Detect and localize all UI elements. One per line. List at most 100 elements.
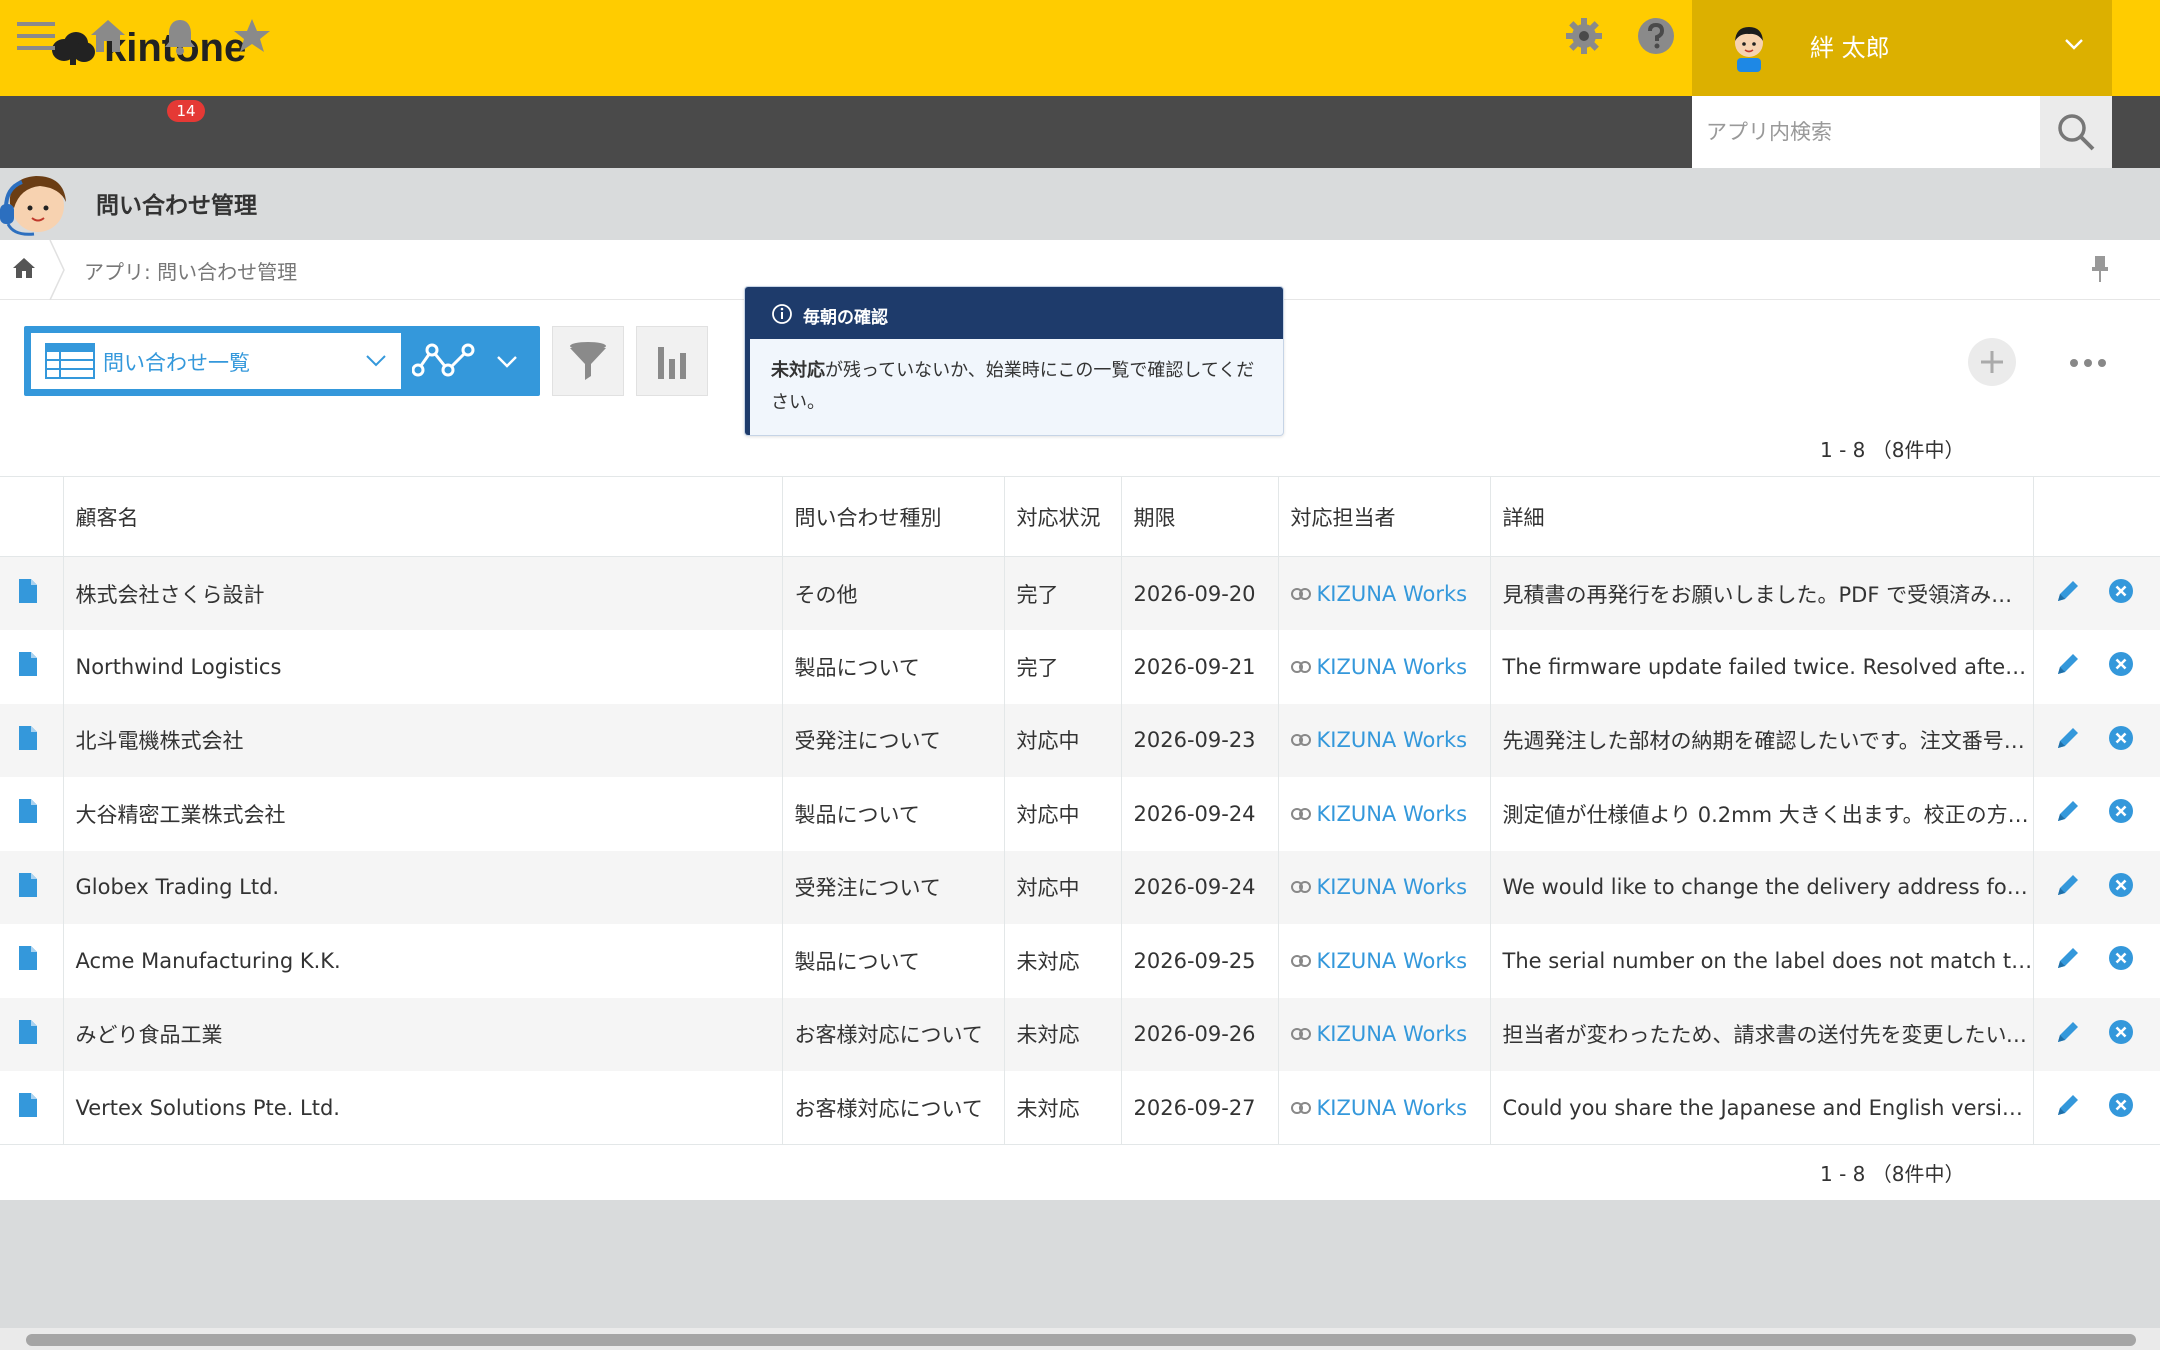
scrollbar-thumb[interactable] (26, 1334, 2136, 1346)
close-circle-icon[interactable] (2108, 651, 2134, 677)
pencil-icon[interactable] (2054, 650, 2082, 678)
table-row[interactable]: Globex Trading Ltd. 受発注について 対応中 2026-09-24 K… (0, 850, 2160, 924)
record-detail-link[interactable] (0, 924, 64, 998)
column-header-assignee[interactable]: 対応担当者 (1278, 476, 1491, 557)
view-dropdown[interactable]: 問い合わせ一覧 (31, 333, 401, 389)
cell-assignee[interactable]: KIZUNA Works (1278, 777, 1491, 851)
pencil-icon[interactable] (2054, 871, 2082, 899)
edit-record-button[interactable] (2054, 650, 2082, 683)
hamburger-menu-button[interactable] (12, 12, 60, 60)
edit-record-button[interactable] (2054, 871, 2082, 904)
user-menu[interactable]: 絆 太郎 (1692, 0, 2112, 96)
help-button[interactable] (1632, 12, 1680, 60)
column-header-type[interactable]: 問い合わせ種別 (782, 476, 1005, 557)
record-detail-link[interactable] (0, 997, 64, 1071)
assignee-name[interactable]: KIZUNA Works (1317, 949, 1468, 973)
app-search-input[interactable] (1692, 96, 2040, 168)
cell-assignee[interactable]: KIZUNA Works (1278, 556, 1491, 630)
search-button[interactable] (2040, 96, 2112, 168)
app-settings-button[interactable] (1560, 12, 1608, 60)
pencil-icon[interactable] (2054, 1018, 2082, 1046)
pencil-icon[interactable] (2054, 797, 2082, 825)
cell-assignee[interactable]: KIZUNA Works (1278, 703, 1491, 777)
pin-icon[interactable] (2088, 254, 2112, 284)
delete-record-button[interactable] (2108, 798, 2134, 829)
assignee-link[interactable]: KIZUNA Works (1290, 655, 1490, 679)
record-detail-link[interactable] (0, 556, 64, 630)
breadcrumb-home-icon[interactable] (12, 256, 36, 280)
record-detail-link[interactable] (0, 850, 64, 924)
assignee-name[interactable]: KIZUNA Works (1317, 728, 1468, 752)
table-row[interactable]: 大谷精密工業株式会社 製品について 対応中 2026-09-24 KIZUNA Work… (0, 777, 2160, 851)
assignee-link[interactable]: KIZUNA Works (1290, 1096, 1490, 1120)
graph-view-icon[interactable] (412, 340, 478, 382)
edit-record-button[interactable] (2054, 944, 2082, 977)
column-header-status[interactable]: 対応状況 (1004, 476, 1122, 557)
edit-record-button[interactable] (2054, 797, 2082, 830)
column-header-due[interactable]: 期限 (1121, 476, 1279, 557)
delete-record-button[interactable] (2108, 945, 2134, 976)
portal-home-button[interactable] (84, 12, 132, 60)
filter-button[interactable] (552, 326, 624, 396)
table-row[interactable]: Northwind Logistics 製品について 完了 2026-09-21 KIZ… (0, 630, 2160, 704)
assignee-name[interactable]: KIZUNA Works (1317, 582, 1468, 606)
assignee-name[interactable]: KIZUNA Works (1317, 1022, 1468, 1046)
pencil-icon[interactable] (2054, 577, 2082, 605)
column-header-customer[interactable]: 顧客名 (63, 476, 783, 557)
edit-record-button[interactable] (2054, 724, 2082, 757)
favorites-button[interactable] (228, 12, 276, 60)
close-circle-icon[interactable] (2108, 798, 2134, 824)
cell-assignee[interactable]: KIZUNA Works (1278, 1071, 1491, 1145)
cell-assignee[interactable]: KIZUNA Works (1278, 924, 1491, 998)
assignee-link[interactable]: KIZUNA Works (1290, 582, 1490, 606)
cell-assignee[interactable]: KIZUNA Works (1278, 850, 1491, 924)
assignee-name[interactable]: KIZUNA Works (1317, 875, 1468, 899)
column-header-detail[interactable]: 詳細 (1490, 476, 2034, 557)
assignee-link[interactable]: KIZUNA Works (1290, 802, 1490, 826)
pencil-icon[interactable] (2054, 724, 2082, 752)
record-detail-link[interactable] (0, 1071, 64, 1145)
more-options-button[interactable] (2064, 348, 2112, 378)
table-row[interactable]: Acme Manufacturing K.K. 製品について 未対応 2026-09-… (0, 924, 2160, 998)
assignee-link[interactable]: KIZUNA Works (1290, 875, 1490, 899)
pencil-icon[interactable] (2054, 1091, 2082, 1119)
edit-record-button[interactable] (2054, 1091, 2082, 1124)
delete-record-button[interactable] (2108, 1092, 2134, 1123)
table-row[interactable]: 株式会社さくら設計 その他 完了 2026-09-20 KIZUNA Works 見積書の… (0, 556, 2160, 630)
breadcrumb-app-link[interactable]: アプリ: 問い合わせ管理 (84, 256, 297, 285)
close-circle-icon[interactable] (2108, 872, 2134, 898)
assignee-link[interactable]: KIZUNA Works (1290, 1022, 1490, 1046)
table-row[interactable]: 北斗電機株式会社 受発注について 対応中 2026-09-23 KIZUNA Works… (0, 703, 2160, 777)
assignee-name[interactable]: KIZUNA Works (1317, 802, 1468, 826)
close-circle-icon[interactable] (2108, 1092, 2134, 1118)
cell-assignee[interactable]: KIZUNA Works (1278, 997, 1491, 1071)
kintone-logo[interactable]: kintone (50, 22, 246, 74)
close-circle-icon[interactable] (2108, 578, 2134, 604)
assignee-name[interactable]: KIZUNA Works (1317, 1096, 1468, 1120)
close-circle-icon[interactable] (2108, 1019, 2134, 1045)
close-circle-icon[interactable] (2108, 945, 2134, 971)
edit-record-button[interactable] (2054, 1018, 2082, 1051)
table-row[interactable]: Vertex Solutions Pte. Ltd. お客様対応について 未対応 20… (0, 1071, 2160, 1145)
assignee-link[interactable]: KIZUNA Works (1290, 728, 1490, 752)
delete-record-button[interactable] (2108, 1019, 2134, 1050)
delete-record-button[interactable] (2108, 872, 2134, 903)
table-row[interactable]: みどり食品工業 お客様対応について 未対応 2026-09-26 KIZUNA Work… (0, 997, 2160, 1071)
pencil-icon[interactable] (2054, 944, 2082, 972)
close-circle-icon[interactable] (2108, 725, 2134, 751)
horizontal-scrollbar[interactable] (0, 1328, 2160, 1350)
graph-button[interactable] (636, 326, 708, 396)
notifications-button[interactable] (156, 12, 204, 60)
assignee-name[interactable]: KIZUNA Works (1317, 655, 1468, 679)
record-detail-link[interactable] (0, 777, 64, 851)
add-record-button[interactable] (1968, 338, 2016, 386)
cell-assignee[interactable]: KIZUNA Works (1278, 630, 1491, 704)
delete-record-button[interactable] (2108, 651, 2134, 682)
view-selector[interactable]: 問い合わせ一覧 (24, 326, 540, 396)
delete-record-button[interactable] (2108, 578, 2134, 609)
delete-record-button[interactable] (2108, 725, 2134, 756)
record-detail-link[interactable] (0, 703, 64, 777)
assignee-link[interactable]: KIZUNA Works (1290, 949, 1490, 973)
graph-chevron-down-icon[interactable] (496, 354, 518, 370)
record-detail-link[interactable] (0, 630, 64, 704)
